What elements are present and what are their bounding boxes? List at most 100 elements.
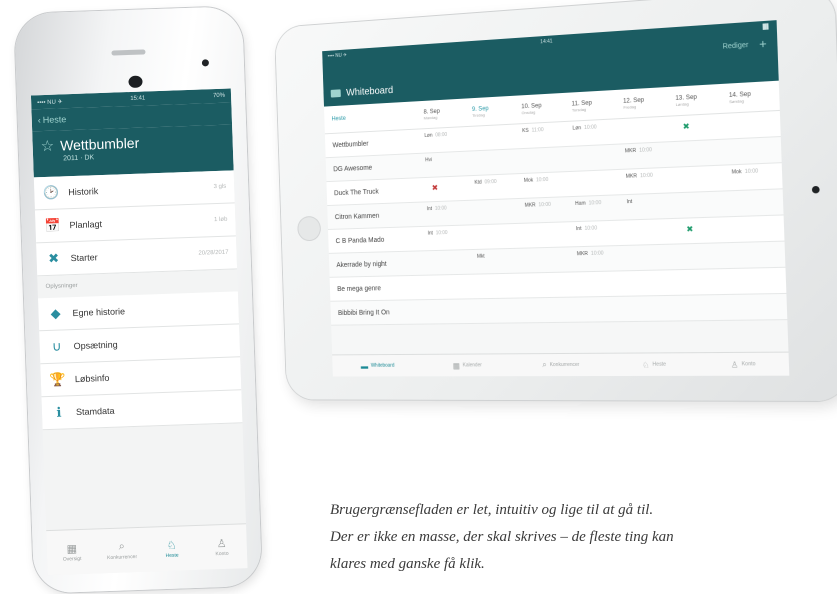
tab-konto[interactable]: ♙ Konto — [203, 536, 240, 557]
day-cell[interactable]: ✖ — [676, 217, 730, 243]
day-cell[interactable] — [729, 215, 784, 242]
list-item-label: Stamdata — [76, 402, 234, 418]
day-cell[interactable] — [569, 145, 621, 171]
activity-time: 10:00 — [640, 173, 653, 180]
day-column-header[interactable]: 14. Sep Søndag — [724, 81, 780, 113]
day-cell[interactable] — [676, 243, 730, 269]
horses-column-header[interactable]: Heste — [324, 101, 420, 133]
day-cell[interactable]: ✖ — [672, 114, 726, 141]
list-item[interactable]: ℹ Stamdata — [41, 390, 242, 430]
day-cell[interactable] — [623, 219, 676, 245]
list-item-label: Egne historie — [72, 303, 230, 319]
day-cell[interactable]: Mok 10:00 — [727, 163, 782, 190]
day-cell[interactable]: Mkt — [473, 249, 523, 274]
list-item-label: Planlagt — [69, 215, 214, 230]
horse-stats-list: 🕑 Historik 3 gls 📅 Planlagt 1 løb ✖ Starter 20/2… — [34, 170, 237, 276]
day-cell[interactable] — [673, 140, 727, 167]
horse-name-cell[interactable]: DG Awesome — [326, 154, 422, 181]
day-cell[interactable]: Int — [622, 193, 675, 219]
day-cell[interactable] — [731, 268, 787, 294]
day-cell[interactable] — [475, 298, 525, 323]
day-cell[interactable] — [426, 299, 475, 323]
day-cell[interactable] — [471, 199, 521, 224]
tab-kalender[interactable]: ▦ Kalender — [453, 361, 482, 370]
day-cell[interactable] — [730, 242, 785, 268]
list-item-label: Opsætning — [74, 336, 232, 352]
day-cell[interactable] — [620, 116, 673, 143]
day-cell[interactable]: Int 10:00 — [423, 201, 472, 226]
activity-code: MKR — [626, 173, 638, 180]
activity-code: Int — [427, 206, 432, 212]
day-cell[interactable] — [570, 170, 622, 196]
day-cell[interactable]: Int 10:00 — [572, 221, 624, 247]
day-cell[interactable] — [732, 294, 788, 320]
day-cell[interactable] — [523, 272, 574, 297]
activity-entry: Hvi — [425, 157, 432, 163]
day-cell[interactable]: Ktd 09:00 — [470, 174, 520, 200]
day-cell[interactable]: KS 11:00 — [518, 122, 569, 148]
horse-name-cell[interactable]: Duck The Truck — [326, 178, 422, 205]
favorite-star-icon[interactable]: ☆ — [40, 137, 54, 155]
tablet-home-button[interactable] — [297, 216, 321, 242]
day-cell[interactable] — [626, 296, 679, 321]
day-column-header[interactable]: 8. Sep Mandag — [419, 98, 468, 128]
day-cell[interactable]: MKR 10:00 — [521, 197, 572, 223]
day-cell[interactable] — [470, 149, 520, 175]
day-cell[interactable] — [469, 124, 519, 150]
day-cell[interactable]: Int 10:00 — [424, 225, 473, 250]
day-column-header[interactable]: 11. Sep Torsdag — [567, 90, 619, 121]
day-cell[interactable] — [678, 295, 732, 321]
day-cell[interactable] — [728, 189, 783, 216]
day-cell[interactable]: MKR 10:00 — [621, 142, 674, 169]
tab-oversigt[interactable]: ▦ Oversigt — [54, 542, 91, 563]
day-column-header[interactable]: 9. Sep Tirsdag — [468, 96, 518, 126]
day-column-header[interactable]: 13. Sep Lørdag — [671, 84, 725, 116]
horse-name-cell[interactable]: C B Panda Mado — [328, 227, 424, 253]
day-cell[interactable] — [625, 270, 678, 296]
tab-whiteboard[interactable]: ▬ Whiteboard — [361, 361, 395, 370]
day-cell[interactable]: Hvi — [421, 152, 470, 178]
day-cell[interactable] — [472, 224, 522, 249]
horse-name-cell[interactable]: Citron Kammen — [327, 203, 423, 229]
day-cell[interactable]: Ham 10:00 — [571, 195, 623, 221]
day-cell[interactable]: MKR 10:00 — [573, 246, 625, 272]
day-cell[interactable]: Mok 10:00 — [520, 172, 571, 198]
day-cell[interactable] — [424, 250, 473, 275]
day-column-header[interactable]: 10. Sep Onsdag — [517, 93, 568, 124]
day-cell[interactable]: MKR 10:00 — [621, 168, 674, 195]
day-cell[interactable] — [675, 191, 729, 218]
day-cell[interactable] — [425, 275, 474, 299]
day-cell[interactable] — [574, 297, 626, 322]
tab-konto[interactable]: ♙ Konto — [731, 360, 756, 369]
day-cell[interactable]: ✖ — [422, 176, 471, 201]
day-cell[interactable]: Løn 08:00 — [420, 127, 469, 153]
day-cell[interactable] — [474, 274, 524, 299]
green-checkered-flag-icon: ✖ — [686, 225, 693, 234]
edit-button[interactable]: Rediger — [722, 41, 748, 50]
day-cell[interactable] — [726, 137, 781, 164]
activity-time: 10:00 — [589, 200, 602, 206]
day-cell[interactable]: Løn 10:00 — [568, 119, 620, 146]
horse-name-cell[interactable]: Akerrade by night — [329, 251, 425, 277]
day-column-header[interactable]: 12. Sep Fredag — [619, 87, 672, 118]
tab-heste[interactable]: ♘ Heste — [642, 360, 666, 369]
activity-code: Løn — [424, 133, 432, 139]
phone-camera — [128, 76, 142, 88]
horse-name-cell[interactable]: Wettbumbler — [325, 129, 421, 157]
day-cell[interactable] — [521, 222, 572, 247]
day-cell[interactable] — [519, 147, 570, 173]
horse-name-cell[interactable]: Be mega genre — [330, 276, 426, 301]
day-cell[interactable] — [674, 165, 728, 192]
day-cell[interactable] — [624, 245, 677, 271]
horse-name-cell[interactable]: Bibbibi Bring It On — [330, 300, 427, 325]
add-icon[interactable]: + — [759, 36, 767, 51]
tab-konkurrencer[interactable]: ⌕ Konkurrencer — [542, 360, 579, 370]
day-cell[interactable] — [725, 111, 780, 139]
day-cell[interactable] — [677, 269, 731, 295]
search-icon: ⌕ — [542, 360, 547, 370]
tab-konkurrencer[interactable]: ⌕ Konkurrencer — [104, 540, 141, 561]
day-cell[interactable] — [522, 247, 573, 272]
day-cell[interactable] — [574, 271, 626, 296]
tab-heste[interactable]: ♘ Heste — [153, 538, 190, 559]
day-cell[interactable] — [524, 298, 575, 323]
